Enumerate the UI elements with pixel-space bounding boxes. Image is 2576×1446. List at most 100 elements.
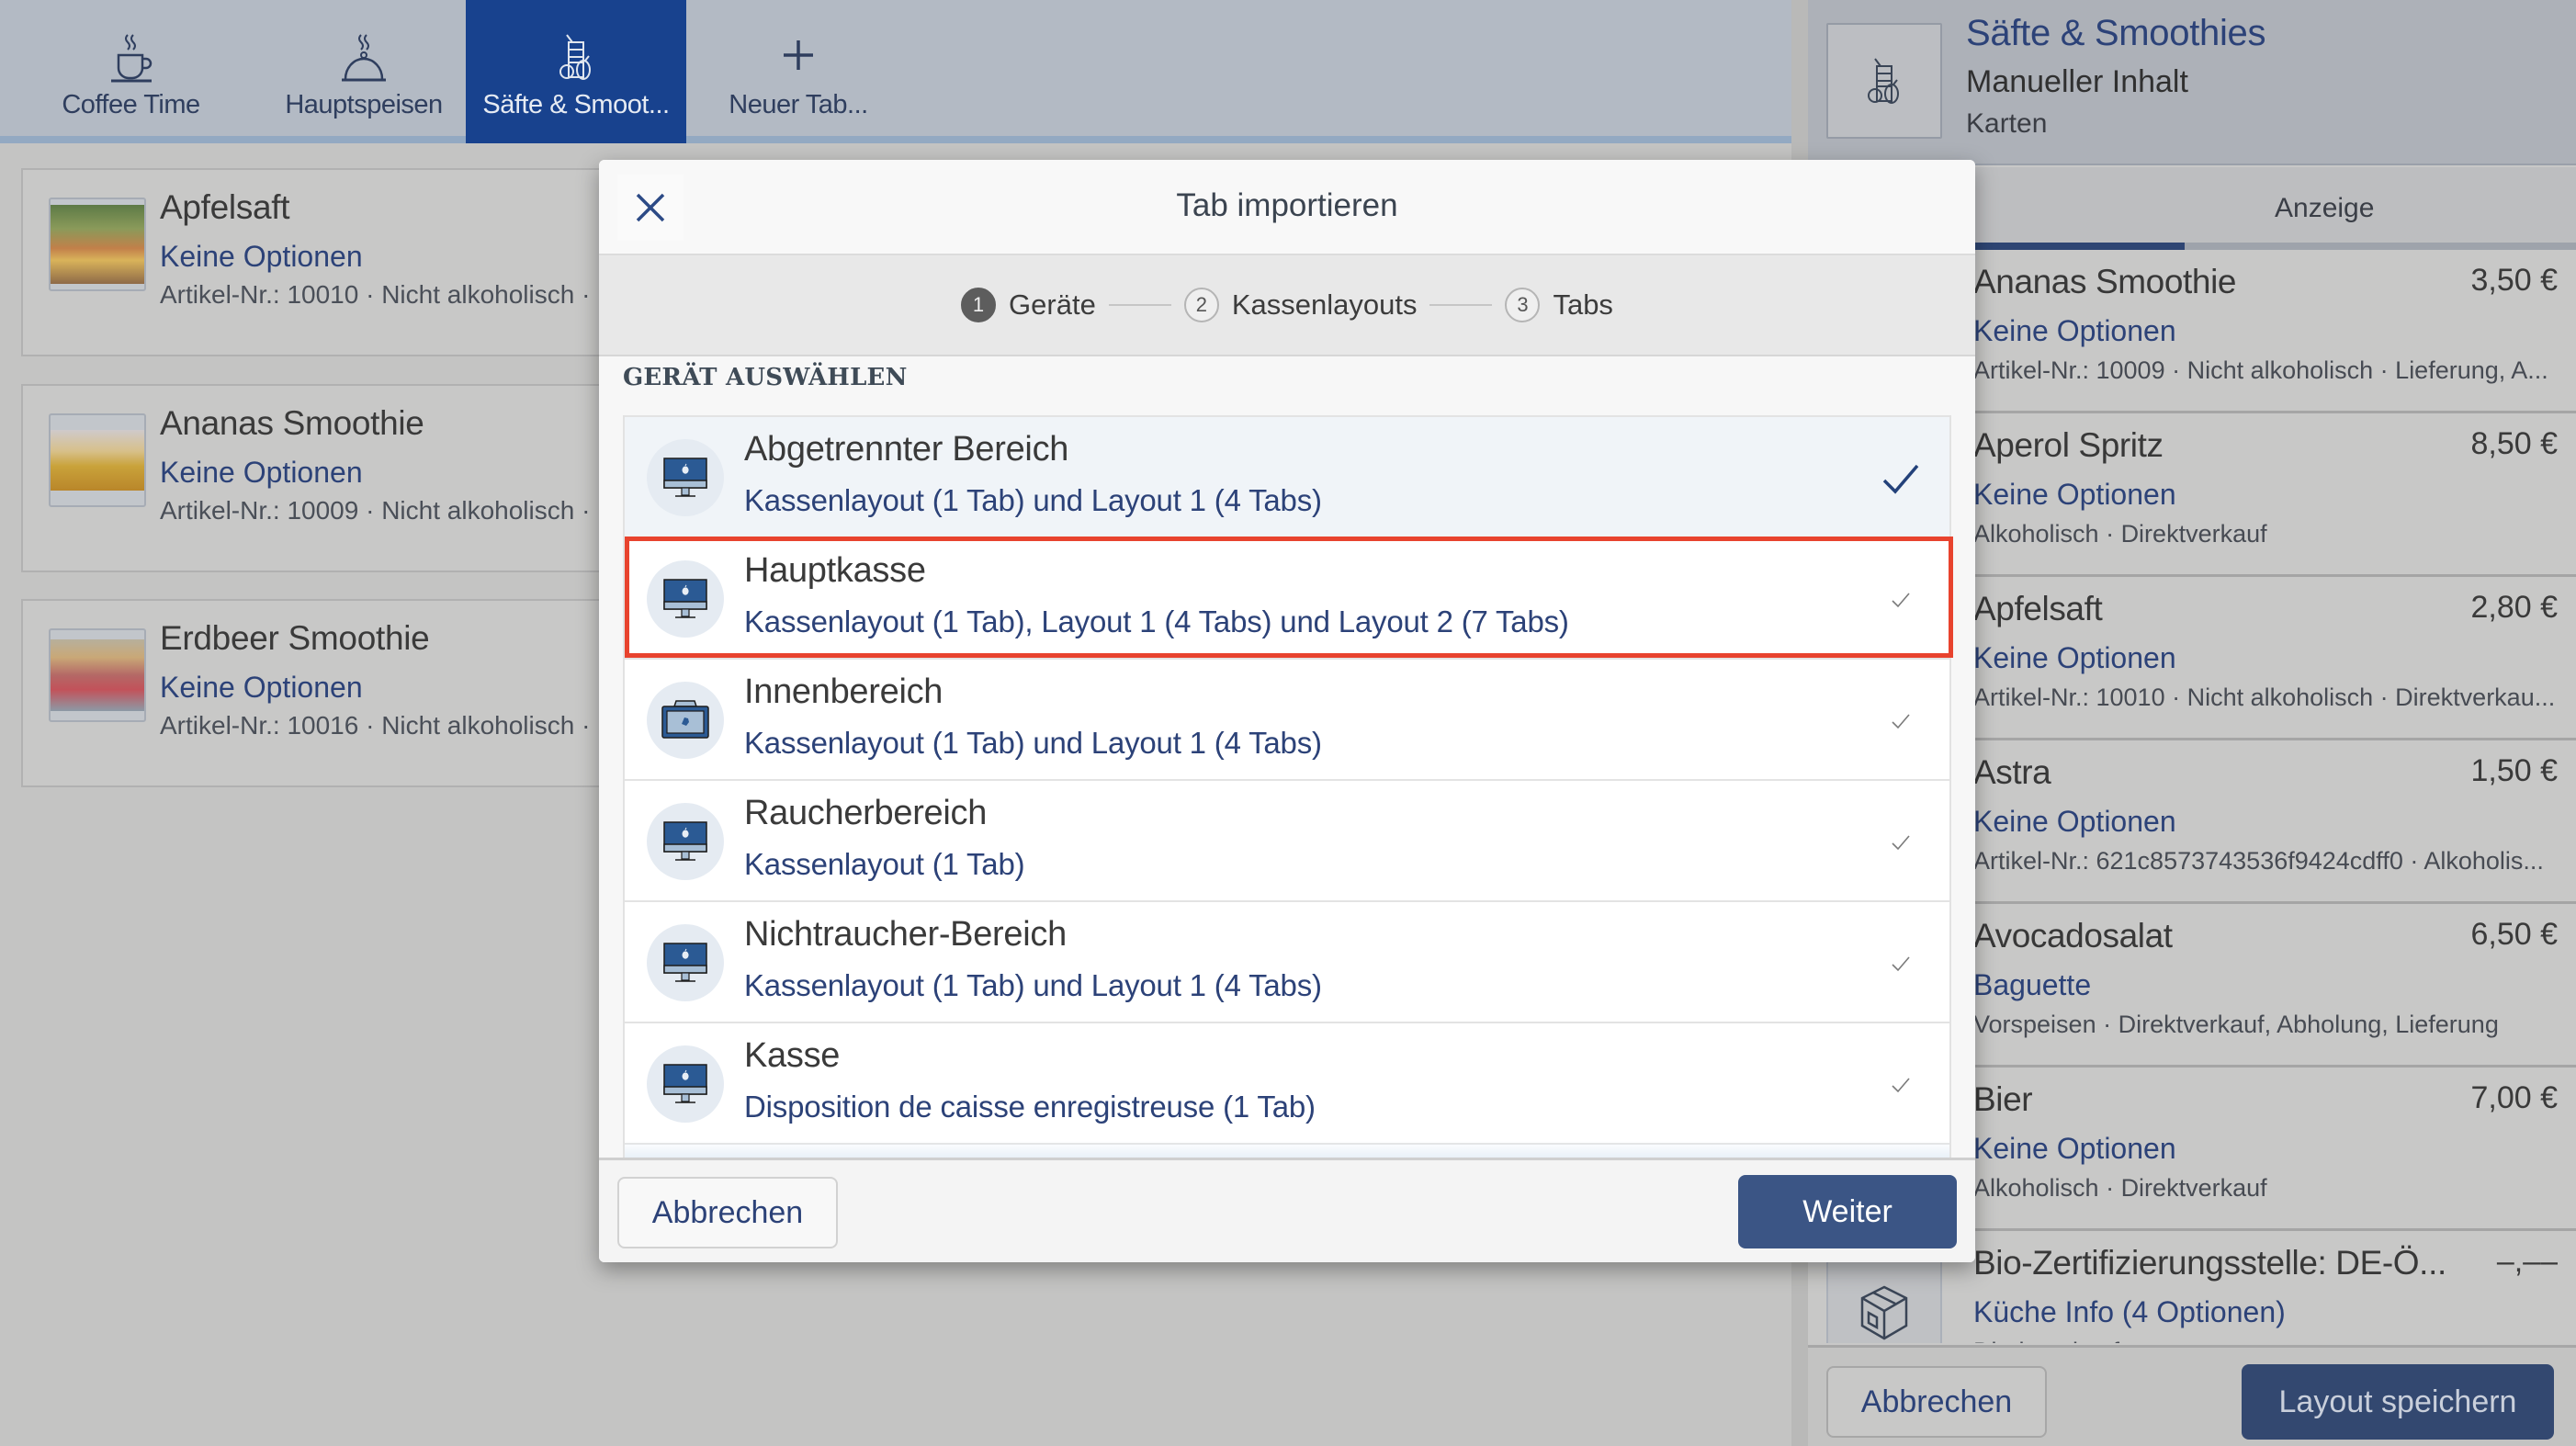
position-options: Keine Optionen (1973, 1132, 2176, 1165)
device-avatar (647, 682, 724, 759)
tab-hauptspeisen[interactable]: Hauptspeisen (262, 0, 466, 143)
position-meta: Artikel-Nr.: 10009 · Nicht alkoholisch ·… (1973, 356, 2548, 384)
position-name: Ananas Smoothie (1973, 263, 2237, 300)
tab-label: Hauptspeisen (285, 90, 443, 119)
step-label: Kassenlayouts (1231, 288, 1418, 321)
dialog-footer: Abbrechen Weiter (599, 1158, 1975, 1262)
check-icon (1880, 579, 1922, 621)
juice-icon (1868, 58, 1899, 104)
device-avatar (647, 439, 724, 516)
tab-detail-title: Säfte & Smoothies (1966, 13, 2266, 53)
step-label: Tabs (1553, 288, 1613, 321)
position-name: Apfelsaft (1973, 590, 2103, 627)
tab-saefte-smoothies[interactable]: Säfte & Smoot... (466, 0, 686, 143)
dialog-title: Tab importieren (1176, 187, 1398, 223)
device-list[interactable]: Abgetrennter Bereich Kassenlayout (1 Tab… (623, 415, 1951, 1158)
device-avatar (647, 803, 724, 880)
device-item[interactable]: Abgetrennter Bereich Kassenlayout (1 Tab… (625, 415, 1949, 537)
device-avatar (647, 1045, 724, 1123)
step-number: 2 (1183, 288, 1219, 322)
position-name: Avocadosalat (1973, 917, 2173, 955)
product-thumbnail (49, 628, 146, 722)
device-layouts: Kassenlayout (1 Tab), Layout 1 (4 Tabs) … (744, 604, 1569, 638)
tab-display-type: Karten (1966, 108, 2048, 139)
device-item[interactable]: Nichtraucher-Bereich Kassenlayout (1 Tab… (625, 900, 1949, 1022)
position-name: Astra (1973, 753, 2051, 791)
step-geraete: 1 Geräte (961, 288, 1096, 322)
package-box-icon (1860, 1285, 1908, 1340)
imac-icon (663, 458, 707, 497)
product-name: Ananas Smoothie (160, 404, 424, 442)
position-options: Keine Optionen (1973, 641, 2176, 674)
juice-icon (559, 34, 591, 80)
step-tabs: 3 Tabs (1505, 288, 1613, 322)
tab-anzeige[interactable]: Anzeige (2275, 193, 2374, 224)
step-connector (1108, 304, 1171, 306)
product-meta: Artikel-Nr.: 10016 · Nicht alkoholisch ·… (160, 711, 616, 740)
import-tab-dialog: Tab importieren 1 Geräte 2 Kassenlayouts… (599, 160, 1975, 1262)
position-price: 6,50 € (2470, 917, 2558, 952)
product-thumbnail (49, 198, 146, 291)
position-options: Baguette (1973, 968, 2092, 1001)
apple-juice-photo (51, 205, 144, 284)
imac-icon (663, 1064, 707, 1103)
position-meta: Direktverkauf (1973, 1338, 2119, 1343)
device-layouts: Kassenlayout (1 Tab) und Layout 1 (4 Tab… (744, 483, 1322, 517)
product-options: Keine Optionen (160, 671, 363, 704)
check-icon (1880, 1064, 1922, 1106)
pineapple-smoothie-photo (51, 430, 144, 491)
position-options: Keine Optionen (1973, 478, 2176, 511)
product-name: Apfelsaft (160, 188, 290, 226)
product-thumbnail (49, 413, 146, 507)
step-number: 3 (1505, 288, 1541, 322)
tab-content-type: Manueller Inhalt (1966, 64, 2188, 99)
product-options: Keine Optionen (160, 240, 363, 273)
stepper: 1 Geräte 2 Kassenlayouts 3 Tabs (599, 255, 1975, 356)
device-name: Abgetrennter Bereich (744, 430, 1069, 469)
device-layouts: Kassenlayout (1 Tab) und Layout 1 (4 Tab… (744, 726, 1322, 760)
next-button[interactable]: Weiter (1738, 1175, 1957, 1248)
tab-label: Säfte & Smoot... (482, 90, 670, 119)
device-item[interactable]: Raucherbereich Kassenlayout (1 Tab) (625, 779, 1949, 900)
step-number: 1 (961, 288, 997, 322)
imac-icon (663, 579, 707, 618)
cloche-icon (342, 34, 386, 82)
panel-footer: Abbrechen Layout speichern (1808, 1345, 2576, 1446)
product-meta: Artikel-Nr.: 10010 · Nicht alkoholisch ·… (160, 280, 616, 309)
save-layout-button[interactable]: Layout speichern (2242, 1364, 2554, 1440)
add-tab-button[interactable]: Neuer Tab... (686, 0, 910, 143)
device-name: Innenbereich (744, 672, 943, 711)
device-avatar (647, 924, 724, 1001)
device-item[interactable]: Innenbereich Kassenlayout (1 Tab) und La… (625, 658, 1949, 779)
position-price: 2,80 € (2470, 590, 2558, 625)
check-icon (1880, 700, 1922, 742)
device-item[interactable]: Hauptkasse Kassenlayout (1 Tab), Layout … (625, 537, 1949, 658)
product-name: Erdbeer Smoothie (160, 619, 430, 657)
imac-icon (663, 821, 707, 861)
position-options: Keine Optionen (1973, 805, 2176, 838)
tablet-case-icon (661, 700, 709, 739)
tab-icon-picker[interactable] (1826, 23, 1942, 139)
device-layouts: Disposition de caisse enregistreuse (1 T… (744, 1090, 1316, 1124)
tab-coffee-time[interactable]: Coffee Time (0, 0, 262, 143)
position-meta: Vorspeisen · Direktverkauf, Abholung, Li… (1973, 1011, 2499, 1038)
position-price: 8,50 € (2470, 426, 2558, 461)
position-price: 3,50 € (2470, 263, 2558, 298)
check-icon (1880, 943, 1922, 985)
tab-detail-header: Säfte & Smoothies Manueller Inhalt Karte… (1808, 0, 2576, 165)
cancel-button[interactable]: Abbrechen (617, 1177, 838, 1248)
device-item[interactable]: Kasse Disposition de caisse enregistreus… (625, 1022, 1949, 1143)
tab-label: Coffee Time (62, 90, 200, 119)
device-layouts: Kassenlayout (1 Tab) (744, 847, 1025, 881)
product-meta: Artikel-Nr.: 10009 · Nicht alkoholisch ·… (160, 496, 612, 525)
step-connector (1429, 304, 1493, 306)
device-layouts: Kassenlayout (1 Tab) und Layout 1 (4 Tab… (744, 968, 1322, 1002)
position-name: Bio-Zertifizierungsstelle: DE-Ö... (1973, 1244, 2446, 1282)
position-price: 1,50 € (2470, 753, 2558, 788)
scroll-fade (625, 1141, 1949, 1158)
position-meta: Alkoholisch · Direktverkauf (1973, 1174, 2267, 1202)
imac-icon (663, 943, 707, 982)
position-price: –,–– (2496, 1244, 2558, 1279)
panel-cancel-button[interactable]: Abbrechen (1826, 1366, 2047, 1438)
step-label: Geräte (1009, 288, 1096, 321)
